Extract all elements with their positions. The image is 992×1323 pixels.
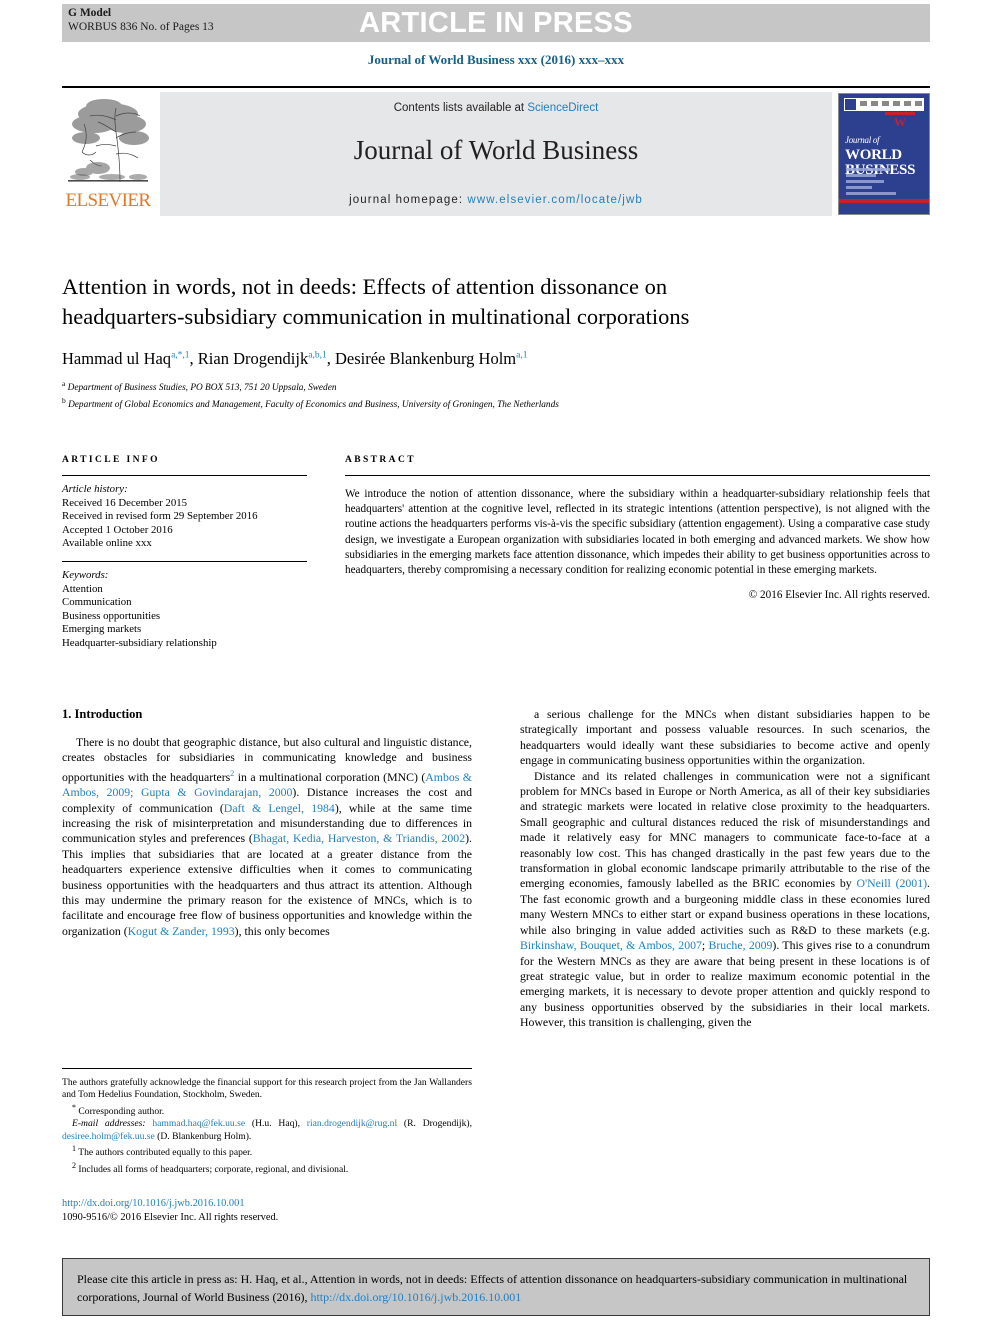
keywords-label: Keywords: [62, 568, 109, 581]
abstract-rule [345, 475, 930, 476]
author-list: Hammad ul Haqa,*,1, Rian Drogendijka,b,1… [62, 349, 528, 368]
cover-wj-logo-icon: W [885, 112, 915, 130]
cover-blurb-lines [846, 168, 908, 198]
history-item: Available online xxx [62, 537, 152, 550]
contents-available-line: Contents lists available at ScienceDirec… [160, 102, 832, 114]
body-column-left: 1. Introduction There is no doubt that g… [62, 707, 472, 939]
contents-prefix: Contents lists available at [393, 102, 528, 114]
cover-header-bar [844, 98, 924, 111]
footnote-corresponding-author: * Corresponding author. [62, 1102, 472, 1119]
article-info-rule [62, 475, 307, 476]
keyword-item: Business opportunities [62, 609, 161, 622]
elsevier-logo: ELSEVIER [62, 92, 154, 216]
please-cite-text: Please cite this article in press as: H.… [77, 1272, 908, 1304]
please-cite-box: Please cite this article in press as: H.… [62, 1258, 930, 1316]
history-item: Received in revised form 29 September 20… [62, 510, 258, 523]
homepage-prefix: journal homepage: [349, 194, 468, 206]
article-info-heading: ARTICLE INFO [62, 455, 160, 465]
footnote-2: 2 Includes all forms of headquarters; co… [62, 1160, 472, 1177]
journal-homepage-link[interactable]: www.elsevier.com/locate/jwb [467, 194, 642, 206]
article-info-column: ARTICLE INFO Article history: Received 1… [62, 455, 307, 651]
history-item: Accepted 1 October 2016 [62, 523, 173, 536]
affiliation-b: b Department of Global Economics and Man… [62, 395, 559, 410]
keywords-rule [62, 560, 307, 562]
press-banner-title: ARTICLE IN PRESS [359, 7, 633, 39]
footnote-mark: 2 [72, 1160, 76, 1170]
journal-title: Journal of World Business [353, 135, 639, 165]
footnote-corresponding-text: Corresponding author. [78, 1106, 165, 1117]
journal-masthead: ELSEVIER Contents lists available at Sci… [62, 86, 930, 216]
affiliation-b-text: Department of Global Economics and Manag… [68, 399, 559, 410]
body-column-right: a serious challenge for the MNCs when di… [520, 707, 930, 1031]
journal-cover-thumbnail: W Journal of WORLD BUSINESS [838, 93, 930, 215]
footnote-mark: 1 [72, 1144, 76, 1154]
affiliation-a-text: Department of Business Studies, PO BOX 5… [67, 383, 337, 394]
article-history: Article history: Received 16 December 20… [62, 483, 307, 551]
abstract-heading: ABSTRACT [345, 455, 416, 465]
keywords-block: Keywords: Attention Communication Busine… [62, 569, 307, 651]
affiliation-a: a Department of Business Studies, PO BOX… [62, 379, 337, 394]
footnote-1: 1 The authors contributed equally to thi… [62, 1143, 472, 1160]
issn-copyright-line: 1090-9516/© 2016 Elsevier Inc. All right… [62, 1211, 279, 1223]
footnote-acknowledgement: The authors gratefully acknowledge the f… [62, 1077, 472, 1101]
elsevier-wordmark: ELSEVIER [65, 190, 152, 211]
footnote-2-text: Includes all forms of headquarters; corp… [78, 1164, 349, 1175]
cover-red-rule [839, 199, 929, 203]
article-history-label: Article history: [62, 483, 128, 495]
footnotes-block: The authors gratefully acknowledge the f… [62, 1068, 472, 1176]
doi-block: http://dx.doi.org/10.1016/j.jwb.2016.10.… [62, 1197, 482, 1224]
footnote-1-text: The authors contributed equally to this … [78, 1147, 253, 1159]
affiliations: a Department of Business Studies, PO BOX… [62, 378, 930, 411]
keyword-item: Communication [62, 596, 132, 609]
paragraph: There is no doubt that geographic distan… [62, 735, 473, 938]
cover-publisher-mark-icon [845, 99, 856, 110]
elsevier-tree-icon [64, 94, 152, 188]
footnote-emails: E-mail addresses: hammad.haq@fek.uu.se (… [62, 1118, 472, 1143]
footnote-mark: * [72, 1102, 76, 1112]
page-title: Attention in words, not in deeds: Effect… [62, 274, 690, 329]
article-in-press-banner: G Model WORBUS 836 No. of Pages 13 ARTICL… [62, 4, 930, 42]
paragraph: Distance and its related challenges in c… [520, 768, 930, 1030]
doi-link[interactable]: http://dx.doi.org/10.1016/j.jwb.2016.10.… [62, 1197, 482, 1211]
keyword-item: Attention [62, 582, 103, 595]
email-addresses-label: E-mail addresses: [72, 1118, 146, 1130]
journal-homepage-line: journal homepage: www.elsevier.com/locat… [160, 194, 832, 206]
history-item: Received 16 December 2015 [62, 496, 188, 509]
keyword-item: Emerging markets [62, 623, 142, 636]
contents-band: Contents lists available at ScienceDirec… [160, 92, 832, 216]
sciencedirect-link[interactable]: ScienceDirect [527, 102, 598, 114]
cover-title-small: Journal of [845, 135, 880, 145]
abstract-column: ABSTRACT We introduce the notion of atte… [345, 455, 930, 601]
cover-header-text [860, 101, 922, 106]
cover-title-line1: WORLD [845, 147, 902, 163]
abstract-text: We introduce the notion of attention dis… [345, 488, 930, 577]
section-heading-introduction: 1. Introduction [62, 707, 143, 721]
title-block: Attention in words, not in deeds: Effect… [62, 272, 930, 411]
abstract-copyright: © 2016 Elsevier Inc. All rights reserved… [748, 589, 930, 602]
running-head: Journal of World Business xxx (2016) xxx… [367, 52, 625, 67]
keyword-item: Headquarter-subsidiary relationship [62, 636, 217, 649]
paragraph: a serious challenge for the MNCs when di… [520, 707, 930, 768]
